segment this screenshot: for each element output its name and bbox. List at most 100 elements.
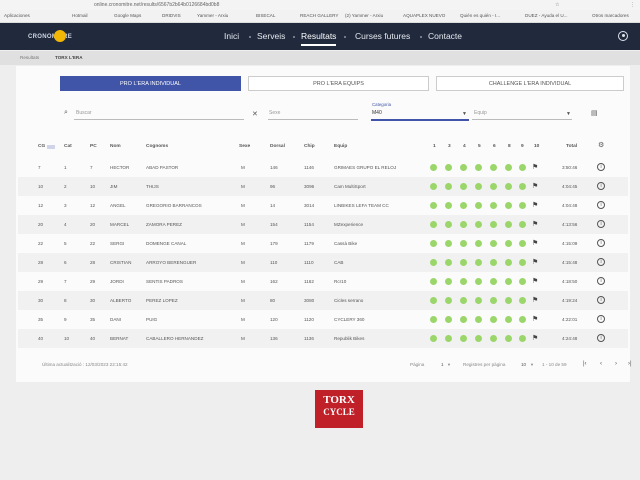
nav-link-curses-futures[interactable]: Curses futures [355, 30, 410, 42]
col-cat[interactable]: Cat [64, 143, 72, 151]
categoria-underline [371, 119, 469, 121]
per-page-select[interactable]: 10 [521, 361, 526, 369]
clear-search-icon[interactable]: ✕ [252, 111, 258, 119]
last-page-icon[interactable]: ›| [628, 360, 632, 368]
page-select[interactable]: 1 [441, 361, 444, 369]
cell-total: 4:22:01 [562, 317, 578, 322]
bookmark-item[interactable]: DRIDVIS [162, 10, 181, 22]
info-icon[interactable]: i [597, 163, 605, 171]
col-cg[interactable]: CG [38, 143, 45, 151]
sexe-select[interactable]: Sexe [269, 110, 280, 116]
info-icon[interactable]: i [597, 258, 605, 266]
tab-pro-individual[interactable]: PRO L'ERA INDIVIDUAL [60, 76, 241, 91]
cell-pc: 35 [90, 317, 96, 322]
lap-passed-icon [475, 278, 482, 285]
search-underline [74, 119, 244, 120]
info-icon[interactable]: i [597, 220, 605, 228]
export-icon[interactable]: ▤ [591, 110, 598, 118]
nav-separator [420, 36, 422, 38]
bookmark-item[interactable]: REACH GALLERY [300, 10, 338, 22]
next-page-icon[interactable]: › [615, 360, 617, 368]
equip-select[interactable]: Equip [474, 110, 487, 116]
bookmark-item[interactable]: BISECAL [256, 10, 275, 22]
site-logo[interactable]: CRONOMITRE [28, 30, 72, 44]
cell-cat: 9 [64, 317, 67, 322]
bookmark-star-icon[interactable]: ☆ [555, 0, 559, 10]
table-row[interactable]: 12 3 12 ANGEL GREGORIO BARRANCOS M 14 3014 LINBI… [18, 196, 628, 215]
bookmark-item[interactable]: Google Maps [114, 10, 141, 22]
info-icon[interactable]: i [597, 201, 605, 209]
col-cognoms[interactable]: Cognoms [146, 143, 168, 151]
table-row[interactable]: 28 6 28 CRISTIAN ARROYO BERENGUER M 110 1110 CAB… [18, 253, 628, 272]
first-page-icon[interactable]: |‹ [583, 360, 587, 368]
table-row[interactable]: 7 1 7 HECTOR ABAD PASTOR M 146 1146 GRIMAES GRUP… [18, 158, 628, 177]
bookmark-item[interactable]: (2) Yammer - Arxiu [345, 10, 383, 22]
nav-link-serveis[interactable]: Serveis [257, 30, 285, 42]
bookmark-item[interactable]: Quién es quién - I... [460, 10, 500, 22]
categoria-dropdown-icon[interactable]: ▼ [462, 110, 467, 118]
table-row[interactable]: 22 5 22 SERGI DOMENGE CANAL M 179 1179 Cassà Bik… [18, 234, 628, 253]
url-text[interactable]: online.cronomitre.net/results/6567b2b64b… [94, 0, 219, 10]
search-input[interactable]: Buscar [76, 110, 92, 116]
cell-equip: Rcr10 [334, 279, 347, 284]
lap-passed-icon [505, 316, 512, 323]
col-lap: 6 [493, 144, 496, 149]
cell-pc: 29 [90, 279, 96, 284]
table-row[interactable]: 29 7 29 JORDI SENTIS PADROS M 162 1162 Rcr10 ⚑ 4:1… [18, 272, 628, 291]
lap-passed-icon [475, 164, 482, 171]
info-icon[interactable]: i [597, 315, 605, 323]
table-row[interactable]: 20 4 20 MARCEL ZAMORA PEREZ M 154 1154 MZexperie… [18, 215, 628, 234]
col-chip[interactable]: Chip [304, 143, 315, 151]
tab-challenge-individual[interactable]: CHALLENGE L'ERA INDIVIDUAL [436, 76, 624, 91]
table-row[interactable]: 40 10 40 BERNAT CABALLERO HERNANDEZ M 136 1136 R… [18, 329, 628, 348]
nav-link-contacte[interactable]: Contacte [428, 30, 462, 42]
col-sexe[interactable]: Sexe [239, 143, 250, 151]
settings-icon[interactable]: ⚙ [598, 142, 604, 150]
table-row[interactable]: 30 8 30 ALBERTO PEREZ LOPEZ M 80 3080 Cicles ser… [18, 291, 628, 310]
bookmark-item[interactable]: AQUAPLEX NUEVO [403, 10, 445, 22]
table-row[interactable]: 35 9 35 DANI PUIG M 120 1120 CYCLERY 360 ⚑ 4:22:01… [18, 310, 628, 329]
col-nom[interactable]: Nom [110, 143, 121, 151]
bookmark-item[interactable]: Aplicaciones [4, 10, 30, 22]
lap-passed-icon [519, 297, 526, 304]
equip-dropdown-icon[interactable]: ▼ [566, 110, 571, 118]
cell-cat: 2 [64, 184, 67, 189]
cell-equip: LINBIKES LEFA TEAM CC [334, 203, 389, 208]
bookmark-item[interactable]: Yammer - Arxiu [197, 10, 228, 22]
lap-passed-icon [430, 164, 437, 171]
col-pc[interactable]: PC [90, 143, 97, 151]
cell-sexe: M [241, 317, 245, 322]
col-lap: 1 [433, 144, 436, 149]
nav-separator [249, 36, 251, 38]
info-icon[interactable]: i [597, 296, 605, 304]
nav-link-resultats[interactable]: Resultats [301, 30, 336, 42]
col-lap: 9 [521, 144, 524, 149]
bookmark-item[interactable]: DUEZ - Ayuda el U... [525, 10, 568, 22]
col-dorsal[interactable]: Dorsal [270, 143, 285, 151]
browser-menu-icon[interactable]: ⋮ [630, 0, 635, 10]
lap-passed-icon [430, 202, 437, 209]
lap-passed-icon [490, 278, 497, 285]
bookmark-item[interactable]: Otros marcadores [592, 10, 629, 22]
tab-pro-equips[interactable]: PRO L'ERA EQUIPS [248, 76, 429, 91]
prev-page-icon[interactable]: ‹ [600, 360, 602, 368]
categoria-select[interactable]: M40 [372, 110, 382, 116]
info-icon[interactable]: i [597, 277, 605, 285]
breadcrumb-resultats[interactable]: Resultats [20, 51, 39, 65]
cell-cat: 5 [64, 241, 67, 246]
page-label: Pàgina [410, 362, 425, 367]
table-row[interactable]: 10 2 10 JIM THIJS M 96 3096 Cam MultiSport ⚑ 4:04:… [18, 177, 628, 196]
nav-link-inici[interactable]: Inici [224, 30, 239, 42]
col-total[interactable]: Total [566, 143, 577, 151]
info-icon[interactable]: i [597, 182, 605, 190]
info-icon[interactable]: i [597, 239, 605, 247]
per-page-dropdown-icon[interactable]: ▼ [530, 361, 534, 369]
cell-cognoms: PEREZ LOPEZ [146, 298, 178, 303]
account-icon[interactable] [618, 31, 628, 41]
col-equip[interactable]: Equip [334, 143, 347, 151]
cell-pc: 28 [90, 260, 96, 265]
sponsor-logo[interactable]: TORX CYCLE [315, 390, 363, 428]
bookmark-item[interactable]: Hotmail [72, 10, 88, 22]
info-icon[interactable]: i [597, 334, 605, 342]
page-dropdown-icon[interactable]: ▼ [447, 361, 451, 369]
